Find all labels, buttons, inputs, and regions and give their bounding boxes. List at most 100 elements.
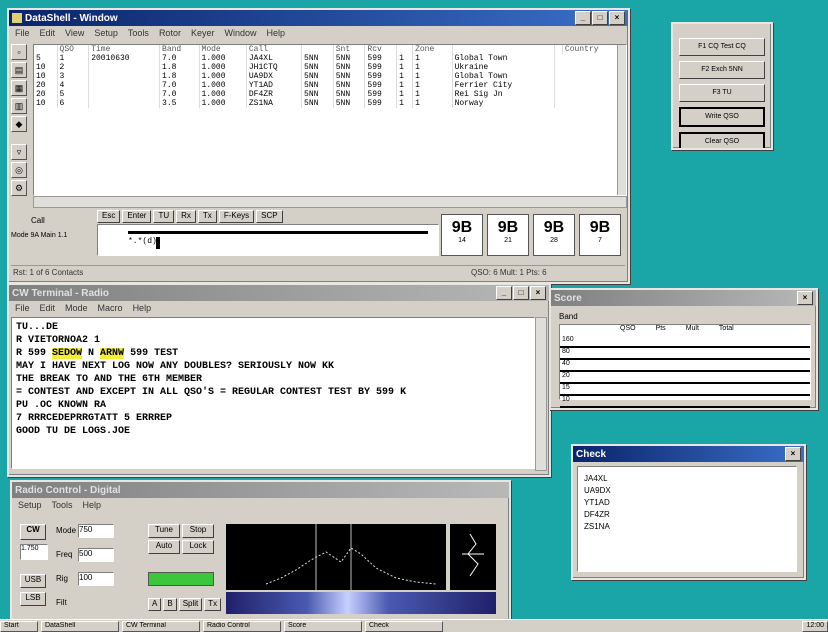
mode-cw-button[interactable]: CW <box>20 524 46 540</box>
menu-item[interactable]: Tools <box>52 500 73 510</box>
column-header[interactable]: Band <box>159 45 200 54</box>
receive-text-area[interactable]: TU...DE R VIETORNOA2 1R 599 SEDOW N ARNW … <box>11 317 535 469</box>
auto-button[interactable]: Auto <box>148 540 180 554</box>
taskbar-item[interactable]: DataShell <box>41 620 119 632</box>
settings-icon[interactable]: ⚙ <box>11 180 27 196</box>
column-header[interactable]: Call <box>246 45 303 54</box>
rotor-icon[interactable]: ◎ <box>11 162 27 178</box>
menu-item[interactable]: Mode <box>65 303 88 313</box>
column-header[interactable]: Zone <box>412 45 453 54</box>
value-field-3[interactable]: 100 <box>78 572 114 586</box>
table-row[interactable]: 5 1 20010630 7.0 1.000 JA4XL 5NN 5NN 599 1 1 Global… <box>34 54 626 63</box>
stats-row[interactable]: 160 <box>560 336 810 348</box>
entry-button[interactable]: TU <box>153 210 175 223</box>
terminal-scrollbar[interactable] <box>535 317 547 471</box>
taskbar-item[interactable]: CW Terminal <box>122 620 200 632</box>
bandmap-cell[interactable]: 9B 28 <box>533 214 575 256</box>
column-header[interactable] <box>34 45 58 54</box>
terminal-maximize-button[interactable]: □ <box>513 286 529 300</box>
menu-item[interactable]: Help <box>133 303 152 313</box>
macro-button[interactable]: Write QSO <box>679 107 765 127</box>
menu-item[interactable]: Rotor <box>159 28 181 38</box>
taskbar-item[interactable]: Check <box>365 620 443 632</box>
stats-row[interactable]: 80 <box>560 348 810 360</box>
bandmap-cell[interactable]: 9B 21 <box>487 214 529 256</box>
list-item[interactable]: ZS1NA <box>584 521 790 533</box>
column-header[interactable]: QSO <box>57 45 90 54</box>
entry-button[interactable]: Rx <box>176 210 196 223</box>
menu-item[interactable]: Macro <box>98 303 123 313</box>
column-header[interactable] <box>396 45 414 54</box>
column-header[interactable]: Time <box>88 45 161 54</box>
save-icon[interactable]: ▦ <box>11 80 27 96</box>
minimize-button[interactable]: _ <box>575 11 591 25</box>
taskbar-item[interactable]: Score <box>284 620 362 632</box>
find-icon[interactable]: ◆ <box>11 116 27 132</box>
list-area[interactable]: JA4XL UA9DX YT1AD DF4ZR ZS1NA <box>577 466 797 572</box>
highlight-callsign[interactable]: ARNW <box>100 348 125 359</box>
radio-footer-button[interactable]: Split <box>178 598 203 611</box>
tune-button[interactable]: Tune <box>148 524 180 538</box>
entry-button[interactable]: Esc <box>97 210 121 223</box>
radio-title-bar[interactable]: Radio Control - Digital <box>12 482 509 498</box>
table-row[interactable]: 20 5 7.0 1.000 DF4ZR 5NN 5NN 599 1 1 Rei Sig Jn <box>34 90 626 99</box>
stats-row[interactable]: 40 <box>560 360 810 372</box>
list-title-bar[interactable]: Check × <box>573 446 804 462</box>
stats-row[interactable]: 15 <box>560 384 810 396</box>
column-header[interactable]: Rcv <box>364 45 398 54</box>
radio-footer-button[interactable]: Tx <box>204 598 222 611</box>
lsb-button[interactable]: LSB <box>20 592 46 606</box>
stats-close-button[interactable]: × <box>797 291 813 305</box>
macro-button[interactable]: F1 CQ Test CQ <box>679 38 765 56</box>
terminal-close-button[interactable]: × <box>530 286 546 300</box>
stats-title-bar[interactable]: Score × <box>551 290 816 306</box>
list-item[interactable]: DF4ZR <box>584 509 790 521</box>
column-header[interactable]: Snt <box>333 45 366 54</box>
menu-item[interactable]: Help <box>266 28 285 38</box>
list-item[interactable]: JA4XL <box>584 473 790 485</box>
log-table-area[interactable]: QSO Time Band Mode Call Snt Rcv Zone Country 512… <box>33 44 627 196</box>
table-row[interactable]: 10 3 1.8 1.000 UA9DX 5NN 5NN 599 1 1 Global Town <box>34 72 626 81</box>
menu-item[interactable]: View <box>65 28 84 38</box>
menu-item[interactable]: File <box>15 28 30 38</box>
macro-button[interactable]: F2 Exch 5NN <box>679 61 765 79</box>
list-close-button[interactable]: × <box>785 447 801 461</box>
column-header[interactable] <box>301 45 334 54</box>
log-scrollbar[interactable] <box>617 45 626 195</box>
lock-button[interactable]: Lock <box>182 540 214 554</box>
terminal-title-bar[interactable]: CW Terminal - Radio _ □ × <box>9 285 549 301</box>
menu-item[interactable]: Help <box>83 500 102 510</box>
menu-item[interactable]: Setup <box>94 28 118 38</box>
list-item[interactable]: UA9DX <box>584 485 790 497</box>
column-header[interactable]: Mode <box>199 45 247 54</box>
stop-button[interactable]: Stop <box>182 524 214 538</box>
close-button[interactable]: × <box>609 11 625 25</box>
start-button[interactable]: Start <box>0 620 38 632</box>
menu-item[interactable]: Edit <box>40 303 56 313</box>
table-row[interactable]: 10 6 3.5 1.000 ZS1NA 5NN 5NN 599 1 1 Norway <box>34 99 626 108</box>
terminal-minimize-button[interactable]: _ <box>496 286 512 300</box>
list-item[interactable]: YT1AD <box>584 497 790 509</box>
column-header[interactable] <box>554 45 563 54</box>
menu-item[interactable]: Keyer <box>191 28 215 38</box>
print-icon[interactable]: ▥ <box>11 98 27 114</box>
macro-button[interactable]: F3 TU <box>679 84 765 102</box>
filter-icon[interactable]: ▿ <box>11 144 27 160</box>
usb-button[interactable]: USB <box>20 574 46 588</box>
radio-footer-button[interactable]: A <box>148 598 162 611</box>
radio-footer-button[interactable]: B <box>163 598 177 611</box>
call-entry-field[interactable]: *.*(d) <box>97 224 439 256</box>
taskbar-item[interactable]: Radio Control <box>203 620 281 632</box>
menu-item[interactable]: Window <box>224 28 256 38</box>
value-field-2[interactable]: 500 <box>78 548 114 562</box>
log-hscroll[interactable] <box>33 196 627 208</box>
log-title-bar[interactable]: DataShell - Window _ □ × <box>9 10 628 26</box>
new-icon[interactable]: ▫ <box>11 44 27 60</box>
stats-row[interactable]: 10 <box>560 396 810 408</box>
open-icon[interactable]: ▤ <box>11 62 27 78</box>
menu-item[interactable]: Edit <box>40 28 56 38</box>
entry-button[interactable]: Tx <box>197 210 217 223</box>
menu-item[interactable]: File <box>15 303 30 313</box>
highlight-callsign[interactable]: SEDOW <box>52 348 83 359</box>
stats-row[interactable]: 20 <box>560 372 810 384</box>
